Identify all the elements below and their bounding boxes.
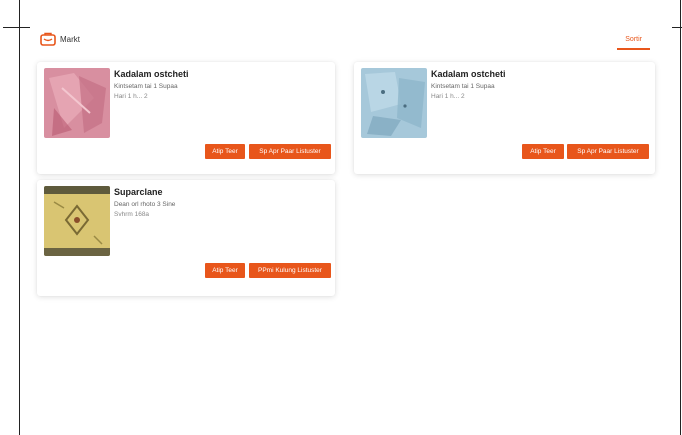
secondary-action-button[interactable]: Sp Apr Paar Listuster bbox=[249, 144, 331, 159]
app-logo[interactable]: Markt bbox=[40, 32, 80, 46]
product-meta: Svhrm 168a bbox=[114, 211, 150, 218]
app-logo-text: Markt bbox=[60, 34, 80, 44]
product-thumbnail[interactable] bbox=[44, 186, 110, 256]
crop-mark-left bbox=[3, 27, 30, 28]
product-card: Kadalam ostcheti Kintsetam tai 1 Supaa H… bbox=[354, 62, 655, 174]
primary-action-button[interactable]: Atip Teer bbox=[205, 144, 245, 159]
primary-action-button[interactable]: Atip Teer bbox=[522, 144, 564, 159]
product-title[interactable]: Kadalam ostcheti bbox=[114, 69, 189, 79]
product-thumbnail[interactable] bbox=[44, 68, 110, 138]
product-meta: Hari 1 h... 2 bbox=[431, 93, 465, 100]
product-detail: Kintsetam tai 1 Supaa bbox=[114, 83, 178, 90]
crop-mark-right bbox=[672, 27, 682, 28]
primary-action-button[interactable]: Atip Teer bbox=[205, 263, 245, 278]
secondary-action-button[interactable]: Sp Apr Paar Listuster bbox=[567, 144, 649, 159]
product-card: Suparclane Dean orl rhoto 3 Sine Svhrm 1… bbox=[37, 180, 335, 296]
product-meta: Hari 1 h... 2 bbox=[114, 93, 148, 100]
window-frame-right bbox=[680, 0, 681, 435]
top-bar: Markt Sortir bbox=[40, 30, 652, 52]
secondary-action-button[interactable]: PPmi Kulung Listuster bbox=[249, 263, 331, 278]
product-thumbnail[interactable] bbox=[361, 68, 427, 138]
product-title[interactable]: Kadalam ostcheti bbox=[431, 69, 506, 79]
product-title[interactable]: Suparclane bbox=[114, 187, 163, 197]
window-frame-left bbox=[19, 0, 20, 435]
top-right-tab-button[interactable]: Sortir bbox=[617, 34, 650, 50]
product-detail: Kintsetam tai 1 Supaa bbox=[431, 83, 495, 90]
store-icon bbox=[40, 32, 56, 46]
product-detail: Dean orl rhoto 3 Sine bbox=[114, 201, 176, 208]
product-card: Kadalam ostcheti Kintsetam tai 1 Supaa H… bbox=[37, 62, 335, 174]
